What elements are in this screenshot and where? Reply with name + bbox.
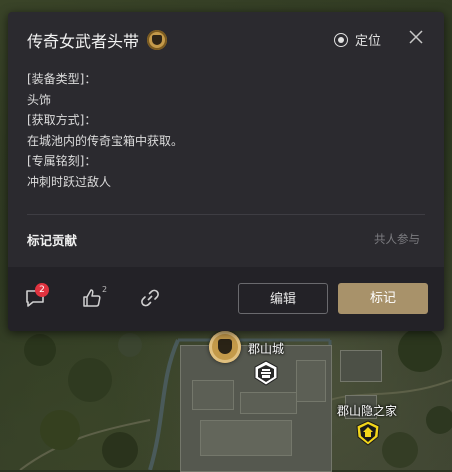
locate-button[interactable]: 定位 <box>334 30 381 49</box>
contribution-label: 标记贡献 <box>27 233 78 248</box>
popup-title-row: 传奇女武者头带 <box>27 28 168 52</box>
locate-icon <box>334 32 348 47</box>
like-button[interactable] <box>81 287 103 309</box>
city-building <box>200 420 292 456</box>
contribution-hint: 共人参与 <box>374 232 420 246</box>
mark-button[interactable]: 标记 <box>338 283 428 314</box>
desc-line: 冲刺时跃过敌人 <box>27 174 112 189</box>
gold-marker-icon[interactable] <box>209 331 241 363</box>
city-building <box>340 350 382 382</box>
home-marker-icon[interactable] <box>356 420 380 446</box>
divider <box>27 214 425 215</box>
map-label-home: 郡山隐之家 <box>337 404 398 418</box>
item-info-popup: 传奇女武者头带 定位 [装备类型]： 头饰 [获取方式]： 在城池内的传奇宝箱中… <box>8 12 444 331</box>
title-helmet-icon <box>147 30 168 50</box>
desc-line: [获取方式]： <box>27 113 97 127</box>
map-label-city: 郡山城 <box>248 342 285 356</box>
desc-line: [专属铭刻]： <box>27 154 97 168</box>
edit-button[interactable]: 编辑 <box>238 283 328 314</box>
share-link-icon <box>141 289 159 307</box>
city-building <box>240 392 297 414</box>
item-description: [装备类型]： 头饰 [获取方式]： 在城池内的传奇宝箱中获取。 [专属铭刻]：… <box>27 69 183 192</box>
popup-footer: 2 2 编辑 标记 <box>8 267 444 331</box>
close-icon <box>409 30 423 44</box>
city-marker-icon[interactable] <box>254 360 278 386</box>
desc-line: [装备类型]： <box>27 72 97 86</box>
desc-line: 在城池内的传奇宝箱中获取。 <box>27 133 184 148</box>
locate-label: 定位 <box>355 34 382 49</box>
comment-count-badge: 2 <box>35 283 49 297</box>
desc-line: 头饰 <box>27 92 52 107</box>
share-link-button[interactable] <box>139 287 161 309</box>
close-button[interactable] <box>407 28 425 46</box>
city-building <box>192 380 234 410</box>
city-building <box>296 360 326 402</box>
like-count: 2 <box>102 285 108 294</box>
popup-title: 传奇女武者头带 <box>27 32 140 51</box>
like-icon <box>83 289 101 307</box>
